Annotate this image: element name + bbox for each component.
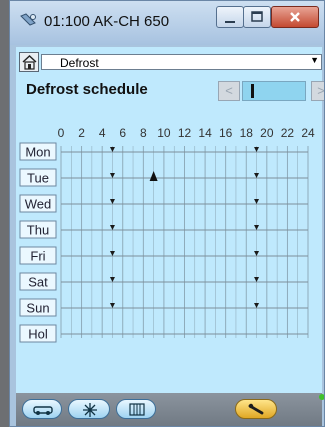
defrost-event-marker[interactable] bbox=[109, 251, 115, 256]
hour-tick-label: 4 bbox=[99, 126, 106, 140]
car-icon bbox=[33, 403, 53, 419]
defrost-event-marker[interactable] bbox=[254, 199, 260, 204]
defrost-event-marker[interactable] bbox=[254, 303, 260, 308]
day-label: Sun bbox=[26, 301, 49, 316]
current-time-marker bbox=[149, 171, 158, 181]
schedule-grid: 0 2 4 6 8 10 12 14 16 18 20 22 24MonTueWedThuFriSatS… bbox=[19, 126, 315, 343]
keypad-button[interactable] bbox=[116, 399, 156, 419]
defrost-event-marker[interactable] bbox=[109, 147, 115, 152]
defrost-button[interactable] bbox=[68, 399, 110, 419]
hour-tick-label: 16 bbox=[219, 126, 233, 140]
left-edge bbox=[0, 0, 9, 427]
defrost-event-marker[interactable] bbox=[254, 147, 260, 152]
hour-tick-label: 18 bbox=[240, 126, 254, 140]
hour-tick-label: 2 bbox=[78, 126, 85, 140]
day-label: Hol bbox=[28, 327, 48, 342]
hour-tick-label: 20 bbox=[260, 126, 274, 140]
snowflake-icon bbox=[82, 402, 98, 421]
defrost-event-marker[interactable] bbox=[109, 225, 115, 230]
hour-tick-label: 0 bbox=[58, 126, 65, 140]
keypad-icon bbox=[129, 403, 145, 419]
hour-tick-label: 22 bbox=[281, 126, 295, 140]
hour-tick-label: 6 bbox=[119, 126, 126, 140]
day-label: Sat bbox=[28, 275, 48, 290]
day-label: Thu bbox=[27, 223, 49, 238]
defrost-event-marker[interactable] bbox=[254, 225, 260, 230]
defrost-event-marker[interactable] bbox=[109, 199, 115, 204]
status-indicator bbox=[319, 394, 324, 400]
wrench-icon bbox=[248, 403, 266, 420]
car-button[interactable] bbox=[22, 399, 62, 419]
day-label: Tue bbox=[27, 171, 49, 186]
day-label: Mon bbox=[25, 145, 50, 160]
tools-button[interactable] bbox=[235, 399, 277, 419]
day-label: Fri bbox=[30, 249, 45, 264]
hour-tick-label: 12 bbox=[178, 126, 192, 140]
hour-tick-label: 10 bbox=[157, 126, 171, 140]
defrost-event-marker[interactable] bbox=[254, 251, 260, 256]
defrost-event-marker[interactable] bbox=[109, 173, 115, 178]
day-label: Wed bbox=[25, 197, 52, 212]
app-window: 01:100 AK-CH 650 Defrost ▼ Defrost sched… bbox=[9, 0, 325, 427]
defrost-event-marker[interactable] bbox=[254, 173, 260, 178]
hour-tick-label: 8 bbox=[140, 126, 147, 140]
hour-tick-label: 24 bbox=[301, 126, 315, 140]
defrost-event-marker[interactable] bbox=[109, 303, 115, 308]
defrost-event-marker[interactable] bbox=[109, 277, 115, 282]
hour-tick-label: 14 bbox=[198, 126, 212, 140]
defrost-event-marker[interactable] bbox=[254, 277, 260, 282]
